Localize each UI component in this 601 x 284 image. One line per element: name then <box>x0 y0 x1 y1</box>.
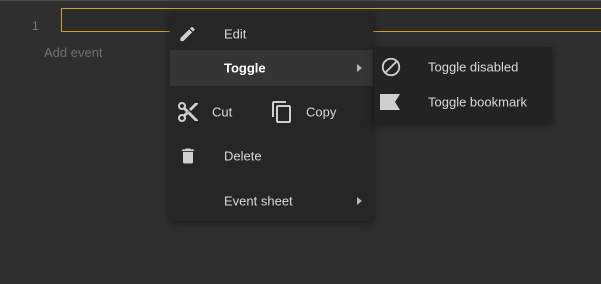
bookmark-icon <box>380 94 400 110</box>
menu-item-copy[interactable]: Copy <box>266 93 373 131</box>
menu-item-copy-label: Copy <box>306 104 337 120</box>
menu-item-cut[interactable]: Cut <box>170 93 262 131</box>
menu-item-toggle-label: Toggle <box>224 60 266 76</box>
menu-item-event-sheet[interactable]: Event sheet <box>170 183 373 219</box>
top-divider <box>0 0 601 1</box>
line-number: 1 <box>32 19 39 33</box>
submenu-item-toggle-disabled[interactable]: Toggle disabled <box>374 50 552 84</box>
submenu-item-toggle-disabled-label: Toggle disabled <box>428 59 519 75</box>
disabled-icon <box>381 57 401 77</box>
trash-icon <box>182 148 194 164</box>
submenu-arrow-icon <box>357 64 362 72</box>
submenu-item-toggle-bookmark-label: Toggle bookmark <box>428 94 527 110</box>
context-menu: Edit Toggle Cut Copy Delete Event sheet <box>170 13 373 221</box>
add-event-link[interactable]: Add event <box>44 45 103 60</box>
menu-row-cut-copy: Cut Copy <box>170 93 373 131</box>
menu-item-toggle[interactable]: Toggle <box>170 50 373 86</box>
submenu-item-toggle-bookmark[interactable]: Toggle bookmark <box>374 85 552 119</box>
menu-item-delete[interactable]: Delete <box>170 137 373 175</box>
menu-item-edit[interactable]: Edit <box>170 16 373 52</box>
scissors-icon <box>178 102 198 122</box>
menu-item-cut-label: Cut <box>212 104 233 120</box>
toggle-submenu: Toggle disabled Toggle bookmark <box>374 47 552 123</box>
copy-icon <box>272 101 291 123</box>
pencil-icon <box>180 26 195 42</box>
submenu-arrow-icon <box>357 197 362 205</box>
menu-item-delete-label: Delete <box>224 148 262 164</box>
menu-item-edit-label: Edit <box>224 26 247 42</box>
menu-item-event-sheet-label: Event sheet <box>224 193 293 209</box>
